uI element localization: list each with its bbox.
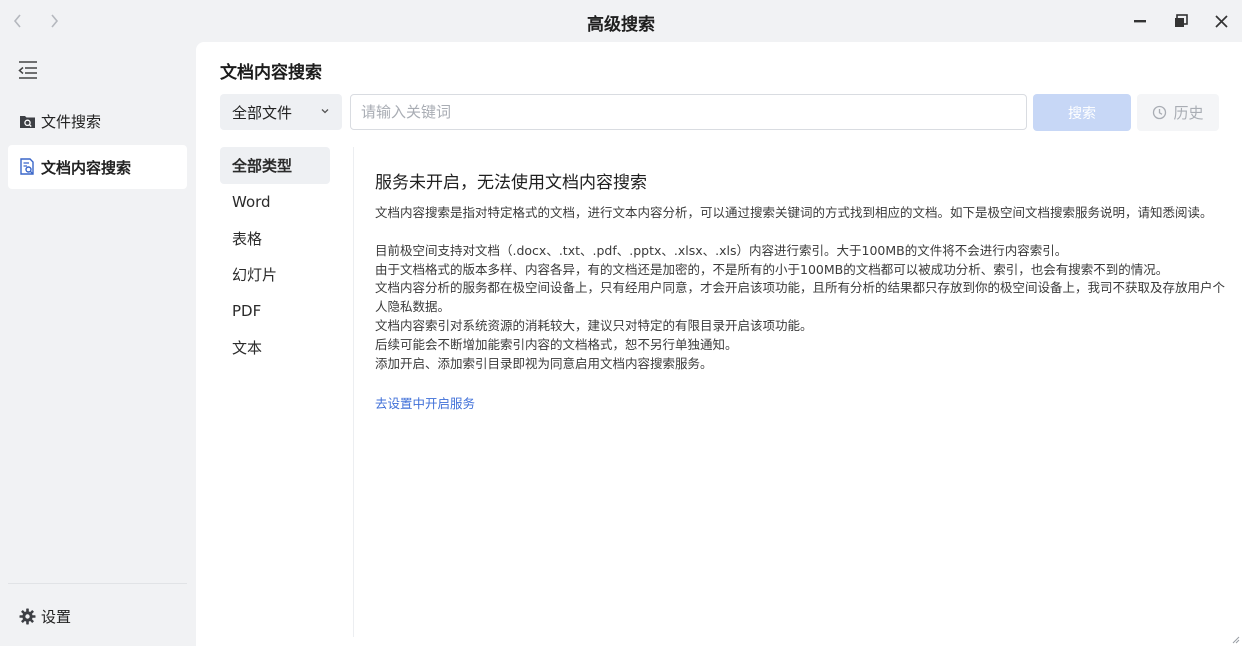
title-bar: 高级搜索	[0, 0, 1242, 42]
minimize-button[interactable]	[1129, 10, 1151, 32]
type-item-all[interactable]: 全部类型	[220, 147, 330, 184]
maximize-button[interactable]	[1170, 10, 1192, 32]
window-title: 高级搜索	[587, 15, 655, 35]
gear-icon	[18, 607, 36, 625]
page-title: 文档内容搜索	[220, 63, 322, 83]
restore-icon	[1175, 14, 1188, 27]
history-label: 历史	[1173, 104, 1204, 122]
type-item-text[interactable]: 文本	[220, 330, 330, 367]
notice-line: 文档内容分析的服务都在极空间设备上，只有经用户同意，才会开启该项功能，且所有分析…	[375, 280, 1226, 315]
notice-line: 后续可能会不断增加能索引内容的文档格式，恕不另行单独通知。	[375, 336, 738, 352]
scope-select-value: 全部文件	[232, 103, 293, 122]
type-item-spreadsheet[interactable]: 表格	[220, 220, 330, 257]
collapse-sidebar-button[interactable]	[17, 60, 41, 82]
notice-line: 由于文档格式的版本多样、内容各异，有的文档还是加密的，不是所有的小于100MB的…	[375, 261, 1169, 277]
sidebar-item-label: 文档内容搜索	[41, 158, 132, 177]
minimize-icon	[1134, 20, 1146, 23]
notice-line: 文档内容索引对系统资源的消耗较大，建议只对特定的有限目录开启该项功能。	[375, 317, 813, 333]
sidebar-item-file-search[interactable]: 文件搜索	[8, 99, 187, 143]
type-item-slides[interactable]: 幻灯片	[220, 257, 330, 294]
notice-line: 添加开启、添加索引目录即视为同意启用文档内容搜索服务。	[375, 355, 713, 371]
sidebar-divider	[8, 583, 187, 584]
document-search-icon	[18, 158, 36, 176]
content-divider	[353, 147, 354, 637]
notice-heading: 服务未开启，无法使用文档内容搜索	[375, 173, 647, 193]
file-search-icon	[18, 112, 36, 130]
main-panel: 文档内容搜索 全部文件 搜索 历史 全部类型 Word 表格 幻灯片 PDF 文…	[196, 42, 1242, 646]
history-button[interactable]: 历史	[1137, 94, 1219, 131]
close-button[interactable]	[1210, 10, 1232, 32]
notice-intro: 文档内容搜索是指对特定格式的文档，进行文本内容分析，可以通过搜索关键词的方式找到…	[375, 205, 1213, 220]
sidebar-item-label: 文件搜索	[41, 112, 102, 131]
type-filter-list: 全部类型 Word 表格 幻灯片 PDF 文本	[220, 147, 330, 366]
settings-label: 设置	[41, 607, 72, 626]
sidebar-item-settings[interactable]: 设置	[8, 594, 187, 638]
sidebar-item-document-search[interactable]: 文档内容搜索	[8, 145, 187, 189]
menu-collapse-icon	[18, 61, 37, 79]
search-button[interactable]: 搜索	[1033, 94, 1131, 131]
notice-line: 目前极空间支持对文档（.docx、.txt、.pdf、.pptx、.xlsx、.…	[375, 242, 1068, 258]
type-item-pdf[interactable]: PDF	[220, 293, 330, 330]
chevron-down-icon	[320, 104, 332, 118]
close-icon	[1214, 14, 1228, 28]
clock-icon	[1153, 105, 1167, 120]
sidebar: 文件搜索 文档内容搜索 设置	[0, 42, 196, 646]
open-settings-link[interactable]: 去设置中开启服务	[375, 393, 475, 412]
search-input[interactable]	[350, 94, 1027, 130]
type-item-word[interactable]: Word	[220, 184, 330, 221]
service-notice: 服务未开启，无法使用文档内容搜索 文档内容搜索是指对特定格式的文档，进行文本内容…	[375, 168, 1227, 412]
scope-select[interactable]: 全部文件	[220, 94, 342, 130]
resize-grip-icon[interactable]	[1230, 634, 1240, 644]
